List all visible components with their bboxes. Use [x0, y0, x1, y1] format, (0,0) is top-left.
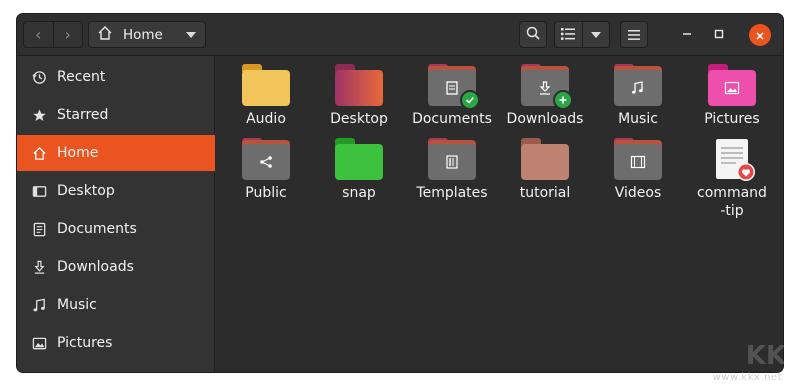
- document-icon: [31, 221, 47, 237]
- file-item-templates[interactable]: Templates: [409, 138, 495, 202]
- folder-icon: [428, 138, 476, 180]
- file-name: snap: [342, 185, 376, 201]
- home-icon: [31, 145, 47, 161]
- close-button[interactable]: [749, 24, 771, 46]
- sidebar-item-label: Recent: [57, 69, 106, 85]
- file-name: Audio: [246, 111, 286, 127]
- folder-icon: [335, 64, 383, 106]
- watermark-text: www.kkx.net: [712, 372, 782, 383]
- sidebar-item-desktop[interactable]: Desktop: [17, 173, 215, 209]
- chevron-right-icon: ›: [64, 25, 71, 44]
- folder-icon: [335, 138, 383, 180]
- file-item-videos[interactable]: Videos: [595, 138, 681, 202]
- view-toggle-group: [554, 21, 610, 48]
- file-name: Downloads: [506, 111, 584, 127]
- file-item-public[interactable]: Public: [223, 138, 309, 202]
- sidebar-item-pictures[interactable]: Pictures: [17, 325, 215, 361]
- folder-icon: [614, 138, 662, 180]
- sidebar-item-recent[interactable]: Recent: [17, 59, 215, 95]
- folder-icon: [521, 138, 569, 180]
- file-item-tutorial[interactable]: tutorial: [502, 138, 588, 202]
- search-icon: [526, 25, 540, 44]
- sidebar-item-downloads[interactable]: Downloads: [17, 249, 215, 285]
- file-item-audio[interactable]: Audio: [223, 64, 309, 128]
- folder-icon: [614, 64, 662, 106]
- download-icon: [31, 259, 47, 275]
- file-name: Videos: [614, 185, 662, 201]
- desktop-icon: [31, 183, 47, 199]
- folder-icon: [428, 64, 480, 110]
- chevron-left-icon: ‹: [35, 25, 42, 44]
- sidebar-item-home[interactable]: Home: [17, 135, 215, 171]
- file-name: Desktop: [330, 111, 388, 127]
- chevron-down-icon: [590, 31, 601, 38]
- file-name: Pictures: [704, 111, 760, 127]
- sidebar-item-label: Pictures: [57, 335, 113, 351]
- music-icon: [31, 297, 47, 313]
- file-name: Templates: [416, 185, 488, 201]
- folder-icon: [242, 64, 290, 106]
- file-name: Music: [618, 111, 658, 127]
- folder-icon: [521, 64, 573, 110]
- picture-icon: [708, 70, 756, 106]
- watermark-logo: KK: [745, 341, 786, 371]
- check-icon: [460, 90, 480, 110]
- chevron-down-icon[interactable]: [186, 32, 196, 38]
- sidebar-item-label: Music: [57, 297, 97, 313]
- maximize-button[interactable]: [709, 25, 729, 45]
- file-item-pictures[interactable]: Pictures: [689, 64, 775, 128]
- places-sidebar: Recent Starred Home Desktop Documents Do…: [17, 56, 215, 372]
- sidebar-item-label: Desktop: [57, 183, 115, 199]
- sidebar-item-starred[interactable]: Starred: [17, 97, 215, 133]
- navigation-buttons: ‹ ›: [23, 21, 83, 48]
- path-bar-home-button[interactable]: Home: [88, 21, 206, 48]
- file-grid: Audio Desktop Documents Downloads Music …: [216, 56, 783, 372]
- sidebar-item-label: Downloads: [57, 259, 134, 275]
- sidebar-item-label: Documents: [57, 221, 137, 237]
- back-button[interactable]: ‹: [24, 22, 53, 47]
- path-bar-label: Home: [123, 26, 163, 43]
- file-item-command-tip[interactable]: command-tip: [689, 138, 775, 220]
- forward-button[interactable]: ›: [52, 22, 83, 47]
- sidebar-item-label: Home: [57, 145, 99, 161]
- music-icon: [614, 70, 662, 106]
- file-name: tutorial: [519, 185, 571, 201]
- list-view-button[interactable]: [555, 22, 582, 47]
- file-manager-window: ‹ › Home Recent Starred Home Desktop Doc…: [17, 14, 783, 372]
- minimize-icon: [682, 28, 692, 43]
- star-icon: [31, 107, 47, 123]
- file-item-snap[interactable]: snap: [316, 138, 402, 202]
- sidebar-item-music[interactable]: Music: [17, 287, 215, 323]
- view-options-button[interactable]: [581, 22, 609, 47]
- folder-icon: [242, 138, 290, 180]
- sidebar-item-label: Starred: [57, 107, 109, 123]
- minimize-button[interactable]: [677, 25, 697, 45]
- share-icon: [242, 144, 290, 180]
- main-menu-button[interactable]: [620, 21, 648, 48]
- search-button[interactable]: [519, 21, 547, 48]
- list-view-icon: [561, 25, 576, 44]
- home-icon: [97, 25, 113, 45]
- file-item-documents[interactable]: Documents: [409, 64, 495, 128]
- file-item-desktop[interactable]: Desktop: [316, 64, 402, 128]
- hamburger-menu-icon: [628, 25, 640, 44]
- clock-icon: [31, 69, 47, 85]
- file-name: Documents: [412, 111, 492, 127]
- file-item-music[interactable]: Music: [595, 64, 681, 128]
- template-icon: [428, 144, 476, 180]
- file-item-downloads[interactable]: Downloads: [502, 64, 588, 128]
- file-name: command-tip: [697, 185, 767, 219]
- picture-icon: [31, 335, 47, 351]
- plus-icon: [553, 90, 573, 110]
- maximize-icon: [714, 28, 724, 43]
- header-bar: ‹ › Home: [17, 14, 783, 56]
- folder-icon: [708, 64, 756, 106]
- text-file-icon: [708, 138, 756, 181]
- film-icon: [614, 144, 662, 180]
- file-name: Public: [245, 185, 287, 201]
- close-icon: [755, 26, 765, 45]
- sidebar-item-documents[interactable]: Documents: [17, 211, 215, 247]
